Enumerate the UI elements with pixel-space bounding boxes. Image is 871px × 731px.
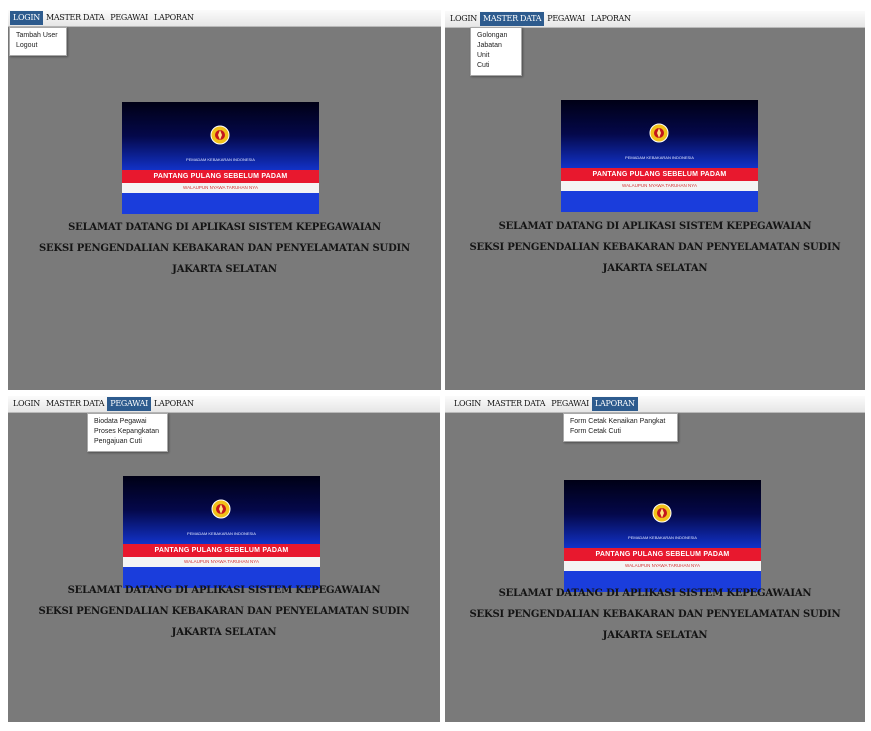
fire-department-emblem-icon: [211, 499, 231, 519]
banner: PEMADAM KEBAKARAN INDONESIA PANTANG PULA…: [123, 476, 320, 588]
banner-blue-band: [122, 193, 319, 214]
menu-pegawai[interactable]: PEGAWAI: [107, 11, 151, 25]
menu-login[interactable]: LOGIN: [10, 397, 43, 411]
menu-laporan[interactable]: LAPORAN: [588, 12, 634, 26]
welcome-line-2: SEKSI PENGENDALIAN KEBAKARAN DAN PENYELA…: [39, 243, 410, 254]
welcome-text: SELAMAT DATANG DI APLIKASI SISTEM KEPEGA…: [445, 583, 865, 646]
menu-master-data[interactable]: MASTER DATA: [43, 11, 107, 25]
banner-org: PEMADAM KEBAKARAN INDONESIA: [187, 531, 256, 536]
banner-org: PEMADAM KEBAKARAN INDONESIA: [628, 535, 697, 540]
banner-subtitle: WALAUPUN NYAWA TARUHAN NYA: [561, 181, 758, 191]
fire-department-emblem-icon: [652, 503, 672, 523]
menu-login[interactable]: LOGIN: [10, 11, 43, 25]
banner: PEMADAM KEBAKARAN INDONESIA PANTANG PULA…: [122, 102, 319, 214]
menu-master-data[interactable]: MASTER DATA: [43, 397, 107, 411]
menu-item-cuti[interactable]: Cuti: [477, 61, 507, 71]
menu-login[interactable]: LOGIN: [447, 12, 480, 26]
menu-master-data[interactable]: MASTER DATA: [484, 397, 548, 411]
menu-master-data[interactable]: MASTER DATA: [479, 12, 545, 26]
menu-item-biodata-pegawai[interactable]: Biodata Pegawai: [94, 417, 159, 427]
menu-laporan[interactable]: LAPORAN: [151, 11, 197, 25]
welcome-text: SELAMAT DATANG DI APLIKASI SISTEM KEPEGA…: [8, 217, 441, 280]
menu-bar: LOGIN MASTER DATA PEGAWAI LAPORAN: [445, 10, 865, 28]
menu-item-unit[interactable]: Unit: [477, 51, 507, 61]
welcome-line-1: SELAMAT DATANG DI APLIKASI SISTEM KEPEGA…: [498, 588, 812, 599]
menu-pegawai[interactable]: PEGAWAI: [548, 397, 592, 411]
login-dropdown: Tambah User Logout: [9, 27, 67, 56]
welcome-text: SELAMAT DATANG DI APLIKASI SISTEM KEPEGA…: [8, 580, 440, 643]
welcome-line-3: JAKARTA SELATAN: [172, 264, 277, 275]
menu-laporan[interactable]: LAPORAN: [151, 397, 197, 411]
fire-department-emblem-icon: [649, 123, 669, 143]
menu-bar: LOGIN MASTER DATA PEGAWAI LAPORAN: [8, 396, 440, 413]
menu-bar: LOGIN MASTER DATA PEGAWAI LAPORAN: [445, 396, 865, 413]
laporan-dropdown: Form Cetak Kenaikan Pangkat Form Cetak C…: [563, 413, 679, 442]
banner-subtitle: WALAUPUN NYAWA TARUHAN NYA: [123, 557, 320, 567]
app-window-laporan-menu: LOGIN MASTER DATA PEGAWAI LAPORAN Form C…: [445, 396, 865, 722]
pegawai-dropdown: Biodata Pegawai Proses Kepangkatan Penga…: [87, 413, 168, 452]
menu-item-jabatan[interactable]: Jabatan: [477, 41, 507, 51]
banner-motto: PANTANG PULANG SEBELUM PADAM: [564, 548, 761, 561]
menu-laporan[interactable]: LAPORAN: [592, 397, 638, 411]
welcome-line-3: JAKARTA SELATAN: [171, 627, 277, 638]
menu-login[interactable]: LOGIN: [451, 397, 484, 411]
menu-item-form-cetak-kenaikan-pangkat[interactable]: Form Cetak Kenaikan Pangkat: [570, 417, 665, 427]
welcome-line-2: SEKSI PENGENDALIAN KEBAKARAN DAN PENYELA…: [38, 606, 410, 617]
welcome-line-3: JAKARTA SELATAN: [602, 630, 708, 641]
welcome-line-1: SELAMAT DATANG DI APLIKASI SISTEM KEPEGA…: [68, 222, 381, 233]
welcome-line-2: SEKSI PENGENDALIAN KEBAKARAN DAN PENYELA…: [469, 242, 841, 253]
menu-item-form-cetak-cuti[interactable]: Form Cetak Cuti: [570, 427, 665, 437]
menu-item-golongan[interactable]: Golongan: [477, 31, 507, 41]
welcome-text: SELAMAT DATANG DI APLIKASI SISTEM KEPEGA…: [445, 216, 865, 279]
banner-subtitle: WALAUPUN NYAWA TARUHAN NYA: [564, 561, 761, 571]
menu-pegawai[interactable]: PEGAWAI: [107, 397, 151, 411]
banner-org: PEMADAM KEBAKARAN INDONESIA: [186, 157, 255, 162]
welcome-line-3: JAKARTA SELATAN: [602, 263, 708, 274]
banner-blue-band: [561, 191, 758, 212]
menu-item-logout[interactable]: Logout: [16, 41, 58, 51]
app-window-master-data-menu: LOGIN MASTER DATA PEGAWAI LAPORAN Golong…: [445, 10, 865, 390]
menu-bar: LOGIN MASTER DATA PEGAWAI LAPORAN: [8, 10, 441, 27]
banner-motto: PANTANG PULANG SEBELUM PADAM: [123, 544, 320, 557]
welcome-line-1: SELAMAT DATANG DI APLIKASI SISTEM KEPEGA…: [498, 221, 812, 232]
banner: PEMADAM KEBAKARAN INDONESIA PANTANG PULA…: [564, 480, 761, 592]
menu-item-proses-kepangkatan[interactable]: Proses Kepangkatan: [94, 427, 159, 437]
banner-motto: PANTANG PULANG SEBELUM PADAM: [122, 170, 319, 183]
welcome-line-1: SELAMAT DATANG DI APLIKASI SISTEM KEPEGA…: [67, 585, 381, 596]
banner-org: PEMADAM KEBAKARAN INDONESIA: [625, 155, 694, 160]
banner-subtitle: WALAUPUN NYAWA TARUHAN NYA: [122, 183, 319, 193]
welcome-line-2: SEKSI PENGENDALIAN KEBAKARAN DAN PENYELA…: [469, 609, 841, 620]
master-data-dropdown: Golongan Jabatan Unit Cuti: [470, 27, 523, 76]
app-window-pegawai-menu: LOGIN MASTER DATA PEGAWAI LAPORAN Biodat…: [8, 396, 440, 722]
banner-motto: PANTANG PULANG SEBELUM PADAM: [561, 168, 758, 181]
menu-item-pengajuan-cuti[interactable]: Pengajuan Cuti: [94, 437, 159, 447]
app-window-login-menu: LOGIN MASTER DATA PEGAWAI LAPORAN Tambah…: [8, 10, 441, 390]
fire-department-emblem-icon: [210, 125, 230, 145]
menu-item-tambah-user[interactable]: Tambah User: [16, 31, 58, 41]
menu-pegawai[interactable]: PEGAWAI: [544, 12, 588, 26]
banner: PEMADAM KEBAKARAN INDONESIA PANTANG PULA…: [561, 100, 758, 212]
